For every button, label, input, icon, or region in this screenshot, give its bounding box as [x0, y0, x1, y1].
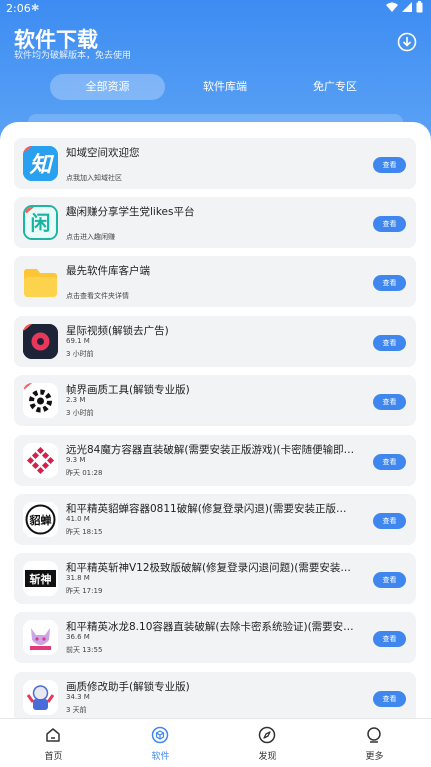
list-item[interactable]: 和平精英冰龙8.10容器直装破解(去除卡密系统验证)(需要安装正版... 36.…	[14, 612, 416, 663]
app-size: 9.3 M	[66, 456, 86, 464]
app-time: 3 小时前	[66, 350, 94, 358]
app-size: 69.1 M	[66, 337, 90, 345]
nav-home[interactable]: 首页	[0, 719, 107, 767]
bottom-nav: 首页 软件 发现 更多	[0, 718, 431, 767]
folder-icon	[23, 264, 58, 299]
nav-more[interactable]: 更多	[321, 719, 428, 767]
app-name: 和平精英冰龙8.10容器直装破解(去除卡密系统验证)(需要安装正版...	[66, 621, 356, 633]
view-button[interactable]: 查看	[373, 216, 406, 232]
page-subtitle: 软件均为破解版本，免去使用	[14, 51, 132, 61]
list-item[interactable]: 画质修改助手(解锁专业版) 34.3 M 3 天前 查看	[14, 672, 416, 722]
battery-icon	[416, 1, 423, 16]
app-size: 2.3 M	[66, 396, 86, 404]
wifi-icon	[386, 2, 398, 15]
list-item[interactable]: 帧界画质工具(解锁专业版) 2.3 M 3 小时前 查看	[14, 375, 416, 426]
svg-text:闲: 闲	[31, 211, 51, 235]
list-item[interactable]: 知 知域空间欢迎您 点我加入知域社区 查看	[14, 138, 416, 189]
cube-icon	[23, 443, 58, 478]
svg-text:斩神: 斩神	[30, 572, 52, 586]
app-meta: 点击进入趣闲赚	[66, 233, 115, 241]
tab-ad-free[interactable]: 免广专区	[280, 74, 390, 100]
app-time: 3 天前	[66, 706, 87, 714]
list-item[interactable]: 貂蝉 和平精英貂蝉容器0811破解(修复登录闪退)(需要安装正版和平)... 4…	[14, 494, 416, 545]
gear-icon	[23, 383, 58, 418]
app-name: 和平精英貂蝉容器0811破解(修复登录闪退)(需要安装正版和平)...	[66, 503, 356, 515]
svg-text:貂蝉: 貂蝉	[29, 513, 52, 527]
cube-nav-icon	[151, 726, 169, 744]
notification-icon: ✱	[31, 3, 40, 14]
status-bar: 2:06 ✱	[0, 0, 431, 18]
tab-software-library[interactable]: 软件库端	[170, 74, 280, 100]
app-name: 帧界画质工具(解锁专业版)	[66, 384, 190, 396]
view-button[interactable]: 查看	[373, 335, 406, 351]
app-time: 昨天 18:15	[66, 528, 103, 536]
app-size: 36.6 M	[66, 633, 90, 641]
app-name: 趣闲赚分享学生党likes平台	[66, 206, 195, 218]
download-icon[interactable]	[397, 32, 417, 52]
diaochan-icon: 貂蝉	[23, 502, 58, 537]
app-size: 41.0 M	[66, 515, 90, 523]
view-button[interactable]: 查看	[373, 157, 406, 173]
view-button[interactable]: 查看	[373, 454, 406, 470]
category-tabs: 全部资源 软件库端 免广专区	[50, 74, 390, 100]
app-name: 画质修改助手(解锁专业版)	[66, 681, 190, 693]
app-meta: 点我加入知域社区	[66, 174, 122, 182]
app-time: 3 小时前	[66, 409, 94, 417]
view-button[interactable]: 查看	[373, 691, 406, 707]
nav-home-label: 首页	[44, 752, 63, 762]
tab-all-resources[interactable]: 全部资源	[50, 74, 165, 100]
list-item[interactable]: 斩神 和平精英斩神V12极致版破解(修复登录闪退问题)(需要安装正版和... 3…	[14, 553, 416, 604]
dragon-icon	[23, 620, 58, 655]
home-icon	[44, 726, 62, 744]
view-button[interactable]: 查看	[373, 275, 406, 291]
app-name: 最先软件库客户端	[66, 265, 150, 277]
view-button[interactable]: 查看	[373, 513, 406, 529]
signal-icon	[402, 2, 412, 15]
app-name: 和平精英斩神V12极致版破解(修复登录闪退问题)(需要安装正版和...	[66, 562, 356, 574]
app-time: 前天 13:55	[66, 646, 103, 654]
nav-discover[interactable]: 发现	[214, 719, 321, 767]
list-item[interactable]: 最先软件库客户端 点击查看文件夹详情 查看	[14, 256, 416, 307]
video-icon	[23, 324, 58, 359]
list-item[interactable]: 闲 趣闲赚分享学生党likes平台 点击进入趣闲赚 查看	[14, 197, 416, 248]
nav-software-label: 软件	[151, 752, 170, 762]
app-size: 34.3 M	[66, 693, 90, 701]
app-name: 知域空间欢迎您	[66, 147, 140, 159]
status-time: 2:06	[6, 2, 31, 15]
robot-icon	[23, 680, 58, 715]
nav-discover-label: 发现	[258, 752, 277, 762]
view-button[interactable]: 查看	[373, 631, 406, 647]
zhi-icon: 知	[23, 146, 58, 181]
app-meta: 点击查看文件夹详情	[66, 292, 129, 300]
app-time: 昨天 01:28	[66, 469, 103, 477]
more-icon	[365, 726, 383, 744]
view-button[interactable]: 查看	[373, 572, 406, 588]
svg-text:知: 知	[28, 153, 54, 178]
zhanshen-icon: 斩神	[23, 561, 58, 596]
xian-icon: 闲	[23, 205, 58, 240]
list-item[interactable]: 星际视频(解锁去广告) 69.1 M 3 小时前 查看	[14, 316, 416, 367]
list-item[interactable]: 远光84魔方容器直装破解(需要安装正版游戏)(卡密随便输即可)... 9.3 M…	[14, 435, 416, 486]
app-name: 星际视频(解锁去广告)	[66, 325, 169, 337]
app-list-sheet: 知 知域空间欢迎您 点我加入知域社区 查看 闲 趣闲赚分享学生党likes平台 …	[0, 122, 431, 722]
compass-icon	[258, 726, 276, 744]
nav-software[interactable]: 软件	[107, 719, 214, 767]
app-time: 昨天 17:19	[66, 587, 103, 595]
app-size: 31.8 M	[66, 574, 90, 582]
nav-more-label: 更多	[365, 752, 384, 762]
view-button[interactable]: 查看	[373, 394, 406, 410]
app-name: 远光84魔方容器直装破解(需要安装正版游戏)(卡密随便输即可)...	[66, 444, 356, 456]
